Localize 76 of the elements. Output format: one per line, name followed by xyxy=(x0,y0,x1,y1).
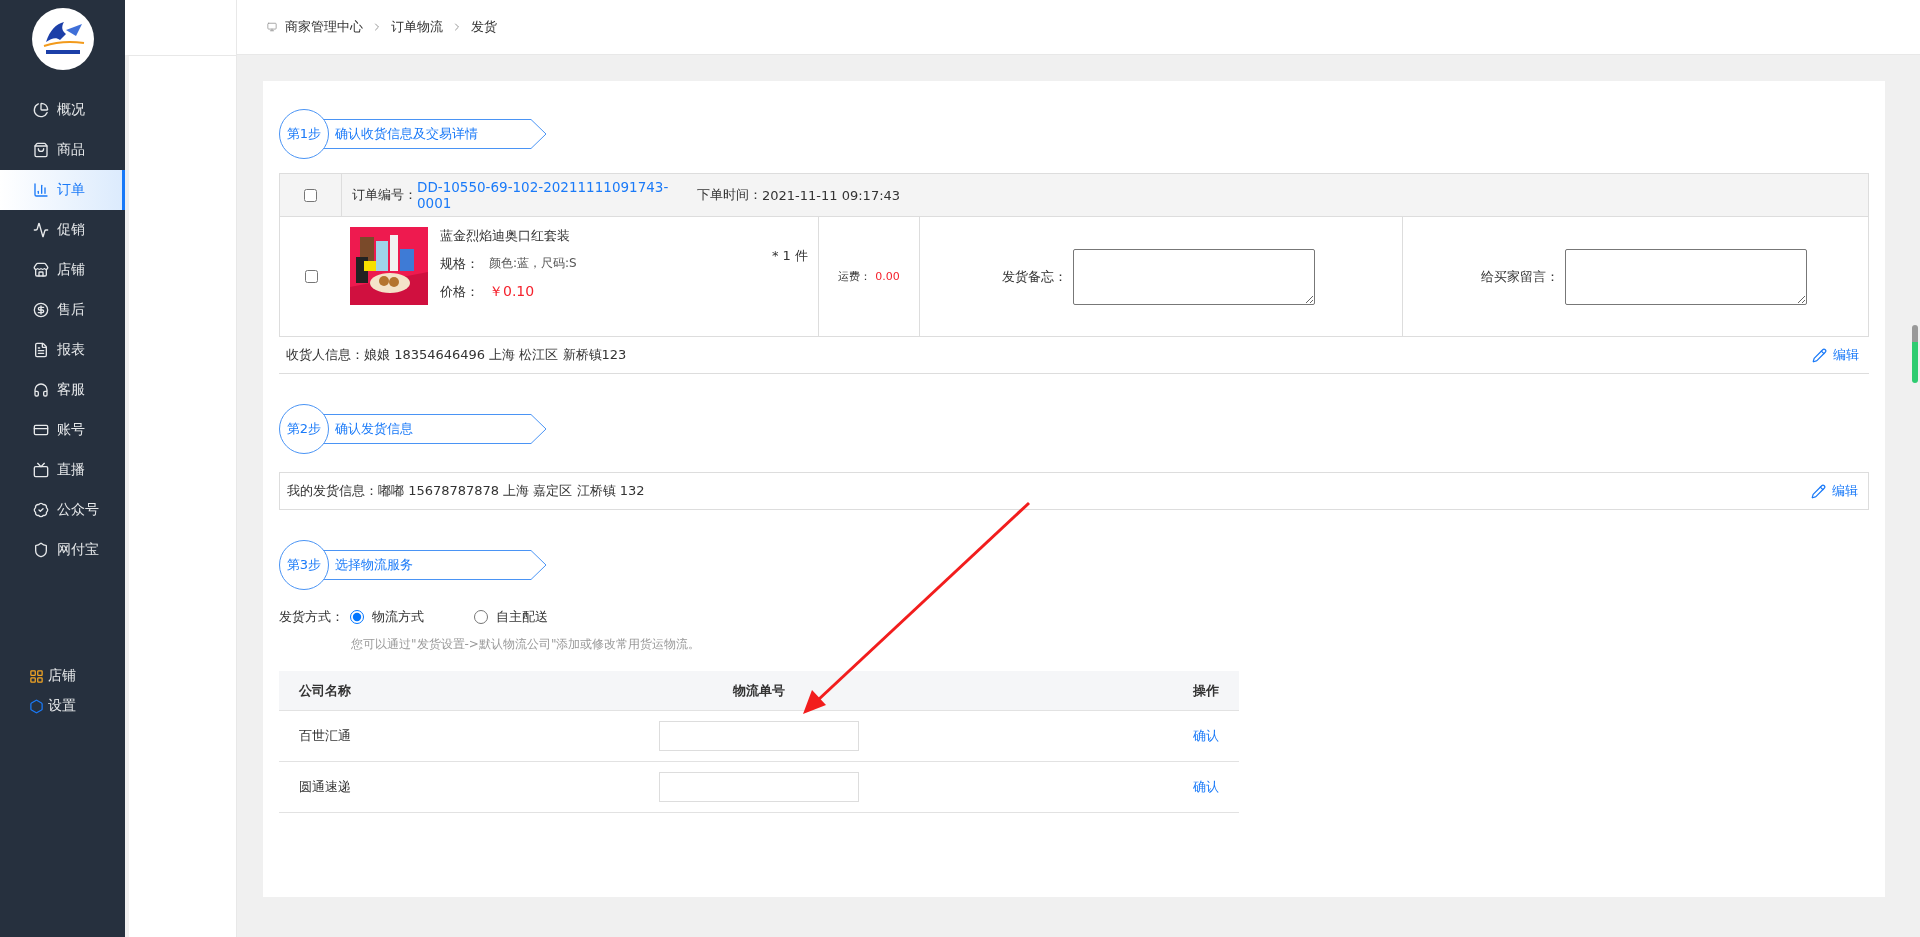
breadcrumb-item[interactable]: 商家管理中心 xyxy=(285,18,363,36)
order-time: 2021-11-11 09:17:43 xyxy=(762,187,901,203)
receiver-info: 收货人信息：娘娘 18354646496 上海 松江区 新桥镇123 xyxy=(286,346,627,364)
coin-icon xyxy=(33,302,49,318)
spec-value: 颜色:蓝，尺码:S xyxy=(489,255,577,272)
logo-icon xyxy=(31,8,94,70)
radio-button[interactable] xyxy=(474,610,488,624)
shield-icon xyxy=(33,542,49,558)
column-header: 操作 xyxy=(1192,681,1219,700)
sidebar-item[interactable]: 店铺 xyxy=(0,250,125,290)
pencil-icon xyxy=(1812,347,1827,363)
radio-option[interactable]: 自主配送 xyxy=(474,608,548,626)
sidebar-item[interactable]: 商品 xyxy=(0,130,125,170)
price-value: ￥0.10 xyxy=(489,283,535,301)
checkbox[interactable] xyxy=(304,270,318,283)
order-time-label: 下单时间： xyxy=(697,186,762,204)
company-name: 百世汇通 xyxy=(299,727,352,745)
shipping-method-label: 发货方式： xyxy=(279,608,344,626)
message-label: 给买家留言： xyxy=(1481,267,1559,286)
sidebar-item[interactable]: 网付宝 xyxy=(0,530,125,570)
scrollbar xyxy=(1912,325,1918,383)
hint-text: 您可以通过"发货设置->默认物流公司"添加或修改常用货运物流。 xyxy=(351,636,702,653)
tracking-number-field[interactable] xyxy=(659,772,859,802)
document-icon xyxy=(33,342,49,358)
pencil-icon xyxy=(1811,483,1826,499)
sidebar-item[interactable]: 促销 xyxy=(0,210,125,250)
bag-icon xyxy=(33,142,49,158)
sidebar-item[interactable]: 售后 xyxy=(0,290,125,330)
tracking-number-field[interactable] xyxy=(659,721,859,751)
breadcrumb-item[interactable]: 订单物流 xyxy=(391,18,443,36)
step-badge: 第3步 xyxy=(279,540,329,590)
sidebar-link[interactable]: 设置 xyxy=(0,695,125,717)
edit-link[interactable]: 编辑 xyxy=(1812,346,1859,364)
column-header: 物流单号 xyxy=(732,681,786,700)
pie-chart-icon xyxy=(33,102,49,118)
sidebar-link[interactable]: 店铺 xyxy=(0,665,125,687)
quantity: * 1 件 xyxy=(771,247,808,265)
order-number[interactable]: DD-10550-69-102-20211111091743-0001 xyxy=(417,179,697,211)
spec-label: 规格： xyxy=(440,255,479,273)
headset-icon xyxy=(33,382,49,398)
sidebar-item[interactable]: 客服 xyxy=(0,370,125,410)
sender-info: 我的发货信息：嘟嘟 15678787878 上海 嘉定区 江桥镇 132 xyxy=(287,482,645,500)
note-field[interactable] xyxy=(1073,248,1315,305)
order-number-label: 订单编号： xyxy=(352,186,417,204)
message-field[interactable] xyxy=(1565,248,1807,305)
price-label: 价格： xyxy=(440,283,479,301)
step-badge: 第2步 xyxy=(279,404,329,454)
checkbox[interactable] xyxy=(304,188,317,202)
hexagon-icon xyxy=(29,698,44,714)
sidebar-item[interactable]: 账号 xyxy=(0,410,125,450)
sidebar-item[interactable]: 公众号 xyxy=(0,490,125,530)
freight-label: 运费： xyxy=(838,269,872,284)
grid-icon xyxy=(29,668,44,684)
tv-icon xyxy=(33,462,49,478)
sidebar-item[interactable]: 订单 xyxy=(0,170,125,210)
confirm-link[interactable]: 确认 xyxy=(1193,778,1219,796)
sidebar-item[interactable]: 概况 xyxy=(0,90,125,130)
radio-button[interactable] xyxy=(350,610,364,624)
column-header: 公司名称 xyxy=(299,681,352,700)
card-icon xyxy=(33,422,49,438)
sidebar-item[interactable]: 直播 xyxy=(0,450,125,490)
confirm-link[interactable]: 确认 xyxy=(1193,727,1219,745)
store-icon xyxy=(33,262,49,278)
sidebar-item[interactable]: 报表 xyxy=(0,330,125,370)
step-badge: 第1步 xyxy=(279,109,329,159)
company-name: 圆通速递 xyxy=(299,778,352,796)
breadcrumb-item: 发货 xyxy=(471,18,497,36)
note-label: 发货备忘： xyxy=(1002,267,1067,286)
product-name[interactable]: 蓝金烈焰迪奥口红套装 xyxy=(440,227,577,245)
monitor-icon xyxy=(267,22,277,32)
pulse-icon xyxy=(33,222,49,238)
edit-link[interactable]: 编辑 xyxy=(1811,482,1858,500)
badge-check-icon xyxy=(33,502,49,518)
freight-value: 0.00 xyxy=(875,270,900,283)
radio-option[interactable]: 物流方式 xyxy=(350,608,424,626)
bar-chart-icon xyxy=(33,182,49,198)
